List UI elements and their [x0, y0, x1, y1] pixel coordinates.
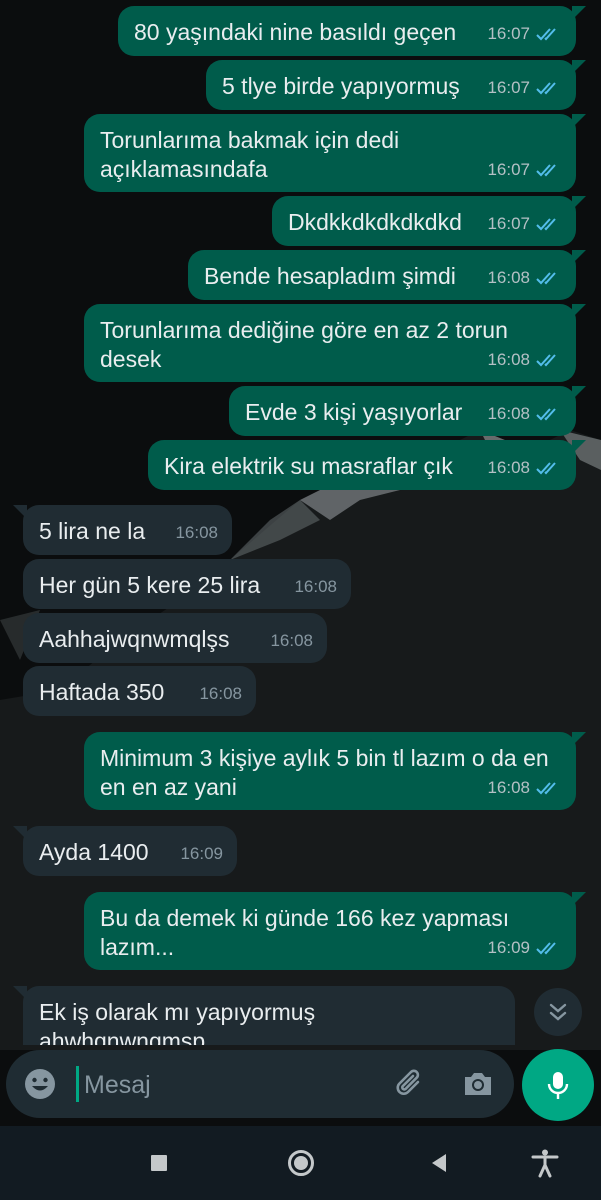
- message-time: 16:09: [487, 938, 530, 957]
- incoming-message[interactable]: Haftada 350 16:08: [23, 666, 256, 716]
- read-ticks-icon: [536, 352, 562, 368]
- message-time: 16:07: [487, 214, 530, 233]
- message-composer: [6, 1050, 514, 1118]
- message-time: 16:08: [487, 778, 530, 797]
- camera-icon: [465, 1073, 491, 1095]
- double-chevron-down-icon: [549, 1003, 567, 1021]
- outgoing-message[interactable]: Kira elektrik su masraflar çık 16:08: [148, 440, 586, 490]
- read-ticks-icon: [536, 780, 562, 796]
- message-input[interactable]: [82, 1062, 386, 1108]
- message-time: 16:09: [180, 844, 223, 863]
- accessibility-icon: [531, 1149, 559, 1178]
- message-text: Bu da demek ki günde 166 kez yapması laz…: [100, 905, 510, 960]
- message-time: 16:07: [487, 160, 530, 179]
- message-time: 16:07: [487, 24, 530, 43]
- square-icon: [151, 1155, 167, 1171]
- read-ticks-icon: [536, 940, 562, 956]
- voice-message-button[interactable]: [522, 1049, 594, 1121]
- system-navigation-bar: [0, 1126, 601, 1200]
- message-time: 16:08: [270, 631, 313, 650]
- read-ticks-icon: [536, 460, 562, 476]
- outgoing-message[interactable]: Bu da demek ki günde 166 kez yapması laz…: [84, 892, 586, 970]
- outgoing-message[interactable]: Dkdkkdkdkdkdkd 16:07: [272, 196, 586, 246]
- home-button[interactable]: [286, 1148, 316, 1178]
- read-ticks-icon: [536, 162, 562, 178]
- read-ticks-icon: [536, 80, 562, 96]
- text-cursor: [76, 1066, 79, 1102]
- back-button[interactable]: [424, 1148, 454, 1178]
- back-triangle-icon: [432, 1154, 446, 1172]
- incoming-message[interactable]: 5 lira ne la 16:08: [13, 505, 232, 555]
- recents-button[interactable]: [144, 1148, 174, 1178]
- message-time: 16:08: [487, 458, 530, 477]
- microphone-icon: [547, 1072, 569, 1099]
- message-time: 16:08: [487, 404, 530, 423]
- scroll-to-bottom-button[interactable]: [534, 988, 582, 1036]
- message-time: 16:08: [199, 684, 242, 703]
- read-ticks-icon: [536, 270, 562, 286]
- message-text: Torunlarıma bakmak için dedi açıklamasın…: [100, 127, 400, 182]
- read-ticks-icon: [536, 216, 562, 232]
- incoming-message[interactable]: Ayda 1400 16:09: [13, 826, 237, 876]
- emoji-icon: [25, 1069, 55, 1099]
- outgoing-message[interactable]: Minimum 3 kişiye aylık 5 bin tl lazım o …: [84, 732, 586, 810]
- message-time: 16:08: [487, 268, 530, 287]
- incoming-message[interactable]: Her gün 5 kere 25 lira 16:08: [23, 559, 351, 609]
- outgoing-message[interactable]: Torunlarıma bakmak için dedi açıklamasın…: [84, 114, 586, 192]
- chat-area[interactable]: 80 yaşındaki nine basıldı geçen 16:07 5 …: [0, 0, 601, 1045]
- attach-button[interactable]: [392, 1066, 428, 1102]
- outgoing-message[interactable]: 80 yaşındaki nine basıldı geçen 16:07: [118, 6, 586, 56]
- emoji-button[interactable]: [22, 1066, 58, 1102]
- message-text: Ek iş olarak mı yapıyormuş ahwhqnwnqmsp: [39, 999, 316, 1045]
- message-time: 16:08: [487, 350, 530, 369]
- read-ticks-icon: [536, 406, 562, 422]
- outgoing-message[interactable]: Torunlarıma dediğine göre en az 2 torun …: [84, 304, 586, 382]
- incoming-message[interactable]: Aahhajwqnwmqlşs 16:08: [23, 613, 327, 663]
- message-time: 16:08: [175, 523, 218, 542]
- home-circle-icon: [288, 1150, 314, 1176]
- message-text: Her gün 5 kere 25 lira: [39, 572, 261, 598]
- outgoing-message[interactable]: Bende hesapladım şimdi 16:08: [188, 250, 586, 300]
- camera-button[interactable]: [460, 1066, 496, 1102]
- message-time: 16:08: [294, 577, 337, 596]
- paperclip-icon: [396, 1069, 420, 1095]
- message-text: Torunlarıma dediğine göre en az 2 torun …: [100, 317, 508, 372]
- read-ticks-icon: [536, 26, 562, 42]
- message-text: Aahhajwqnwmqlşs: [39, 626, 230, 652]
- message-time: 16:07: [487, 78, 530, 97]
- accessibility-button[interactable]: [530, 1148, 560, 1178]
- incoming-message[interactable]: Ek iş olarak mı yapıyormuş ahwhqnwnqmsp: [13, 986, 515, 1045]
- outgoing-message[interactable]: 5 tlye birde yapıyormuş 16:07: [206, 60, 586, 110]
- outgoing-message[interactable]: Evde 3 kişi yaşıyorlar 16:08: [229, 386, 586, 436]
